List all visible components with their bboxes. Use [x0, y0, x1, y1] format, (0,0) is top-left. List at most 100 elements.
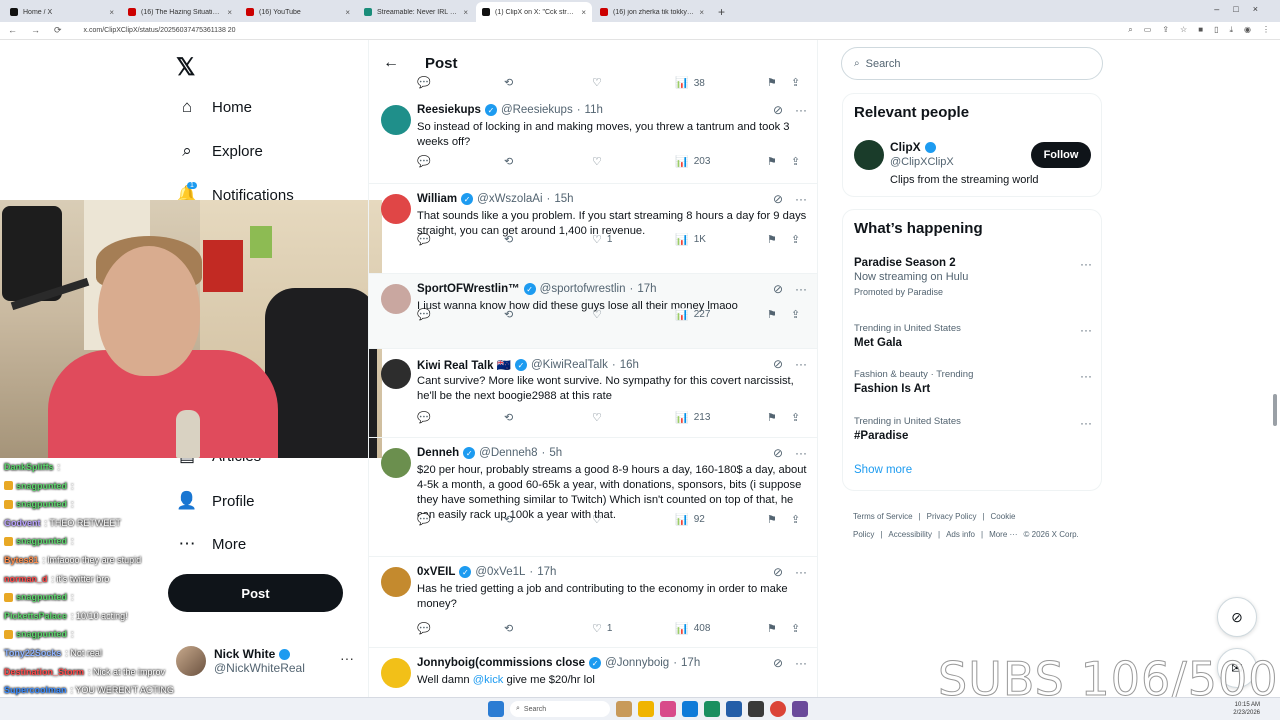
- grok-icon[interactable]: ⊘: [773, 192, 783, 206]
- browser-tab[interactable]: (16) The Hazing Situation is Cr... ×: [122, 2, 238, 22]
- share-action[interactable]: ⇪: [791, 308, 805, 321]
- trend-item[interactable]: Trending in United States Met Gala ···: [854, 323, 1092, 349]
- author-handle[interactable]: @0xVe1L: [475, 566, 525, 578]
- bookmark-action[interactable]: ⚑: [767, 622, 782, 635]
- chrome-icon[interactable]: [770, 701, 786, 717]
- retweet-action[interactable]: ⟲: [504, 76, 518, 89]
- reply-action[interactable]: 💬: [417, 513, 436, 526]
- bookmark-action[interactable]: ⚑: [767, 411, 782, 424]
- system-clock[interactable]: 10:15 AM 2/23/2026: [1233, 701, 1260, 717]
- footer-link[interactable]: Privacy Policy: [927, 512, 977, 521]
- close-icon[interactable]: ×: [463, 8, 468, 17]
- author-handle[interactable]: @xWszolaAi: [477, 193, 542, 205]
- star-icon[interactable]: ☆: [1180, 25, 1187, 35]
- extension-icon[interactable]: ■: [1198, 25, 1203, 35]
- tweet[interactable]: 0xVEIL ✓ @0xVe1L · 17h ⊘ ··· Has he tried getti…: [369, 557, 817, 648]
- reply-action[interactable]: 💬: [417, 622, 436, 635]
- author-handle[interactable]: @Jonnyboig: [605, 657, 669, 669]
- avatar[interactable]: [381, 567, 411, 597]
- share-action[interactable]: ⇪: [791, 155, 805, 168]
- retweet-action[interactable]: ⟲: [504, 155, 518, 168]
- reply-action[interactable]: 💬: [417, 76, 436, 89]
- relevant-name[interactable]: ClipX: [890, 140, 921, 154]
- more-horizontal-icon[interactable]: ···: [795, 656, 807, 670]
- retweet-action[interactable]: ⟲: [504, 622, 518, 635]
- tweet[interactable]: William ✓ @xWszolaAi · 15h ⊘ ··· That sounds li…: [369, 184, 817, 274]
- downloads-icon[interactable]: ⤓: [1229, 25, 1233, 35]
- more-horizontal-icon[interactable]: ···: [795, 103, 807, 117]
- views-action[interactable]: 📊 92: [675, 513, 705, 526]
- tweet-time[interactable]: 15h: [554, 193, 573, 205]
- author-name[interactable]: Reesiekups: [417, 104, 481, 116]
- show-more-link[interactable]: Show more: [854, 464, 912, 476]
- like-action[interactable]: ♡: [592, 513, 607, 526]
- like-action[interactable]: ♡: [592, 308, 607, 321]
- avatar[interactable]: [381, 284, 411, 314]
- author-handle[interactable]: @KiwiRealTalk: [531, 359, 608, 371]
- grok-icon[interactable]: ⊘: [773, 282, 783, 296]
- start-icon[interactable]: [488, 701, 504, 717]
- tweet[interactable]: Denneh ✓ @Denneh8 · 5h ⊘ ··· $20 per hour, prob…: [369, 438, 817, 557]
- views-action[interactable]: 📊 38: [675, 76, 705, 89]
- close-icon[interactable]: ×: [581, 8, 586, 17]
- app-icon[interactable]: [704, 701, 720, 717]
- browser-tab[interactable]: Streamable: Never IRL Stream - ×: [358, 2, 474, 22]
- zoom-icon[interactable]: ⌕: [1128, 25, 1132, 35]
- retweet-action[interactable]: ⟲: [504, 233, 518, 246]
- grok-icon[interactable]: ⊘: [773, 103, 783, 117]
- app-icon[interactable]: [726, 701, 742, 717]
- more-horizontal-icon[interactable]: ···: [1080, 257, 1092, 271]
- mention-link[interactable]: @kick: [473, 674, 504, 686]
- browser-tab[interactable]: (16) YouTube ×: [240, 2, 356, 22]
- reply-action[interactable]: 💬: [417, 155, 436, 168]
- retweet-action[interactable]: ⟲: [504, 411, 518, 424]
- reply-action[interactable]: 💬: [417, 411, 436, 424]
- footer-link[interactable]: © 2026 X Corp.: [1024, 530, 1079, 539]
- retweet-action[interactable]: ⟲: [504, 308, 518, 321]
- author-name[interactable]: 0xVEIL: [417, 566, 455, 578]
- views-action[interactable]: 📊 227: [675, 308, 710, 321]
- author-name[interactable]: William: [417, 193, 457, 205]
- like-action[interactable]: ♡ 1: [592, 622, 612, 635]
- tweet-time[interactable]: 17h: [537, 566, 556, 578]
- relevant-handle[interactable]: @ClipXClipX: [890, 156, 954, 168]
- like-action[interactable]: ♡: [592, 411, 607, 424]
- author-handle[interactable]: @sportofwrestlin: [540, 283, 626, 295]
- share-action[interactable]: ⇪: [791, 411, 805, 424]
- bookmark-action[interactable]: ⚑: [767, 233, 782, 246]
- grok-icon[interactable]: ⊘: [773, 565, 783, 579]
- folder-icon[interactable]: [638, 701, 654, 717]
- author-name[interactable]: Kiwi Real Talk 🇳🇿: [417, 358, 511, 372]
- browser-tab[interactable]: (1) ClipX on X: "Cck streamer N ×: [476, 2, 592, 22]
- like-action[interactable]: ♡: [592, 76, 607, 89]
- grok-icon[interactable]: ⊘: [773, 357, 783, 371]
- footer-link[interactable]: More ···: [989, 530, 1017, 539]
- close-icon[interactable]: ×: [227, 8, 232, 17]
- views-action[interactable]: 📊 213: [675, 411, 710, 424]
- url-text[interactable]: x.com/ClipXClipX/status/2025603747536113…: [84, 27, 236, 34]
- trend-item[interactable]: Trending in United States #Paradise ···: [854, 416, 1092, 442]
- grok-icon[interactable]: ⊘: [773, 656, 783, 670]
- browser-tab[interactable]: (16) jon zherka tik tokky figh ×: [594, 2, 710, 22]
- cast-icon[interactable]: ▭: [1144, 25, 1152, 35]
- author-handle[interactable]: @Denneh8: [479, 447, 537, 459]
- more-horizontal-icon[interactable]: ···: [795, 446, 807, 460]
- app-icon[interactable]: [660, 701, 676, 717]
- avatar[interactable]: [381, 105, 411, 135]
- grok-icon[interactable]: ⊘: [1217, 597, 1257, 637]
- retweet-action[interactable]: ⟲: [504, 513, 518, 526]
- bookmark-action[interactable]: ⚑: [767, 513, 782, 526]
- menu-icon[interactable]: ⋮: [1262, 25, 1270, 35]
- avatar[interactable]: [381, 194, 411, 224]
- share-action[interactable]: ⇪: [791, 622, 805, 635]
- share-icon[interactable]: ⇪: [1162, 25, 1169, 35]
- more-horizontal-icon[interactable]: ···: [795, 357, 807, 371]
- views-action[interactable]: 📊 408: [675, 622, 710, 635]
- window-controls[interactable]: –□×: [1214, 4, 1272, 14]
- avatar[interactable]: [381, 359, 411, 389]
- avatar[interactable]: [854, 140, 884, 170]
- author-name[interactable]: Denneh: [417, 447, 459, 459]
- scrollbar[interactable]: [1273, 394, 1277, 426]
- app-icon[interactable]: [616, 701, 632, 717]
- footer-link[interactable]: Ads info: [946, 530, 975, 539]
